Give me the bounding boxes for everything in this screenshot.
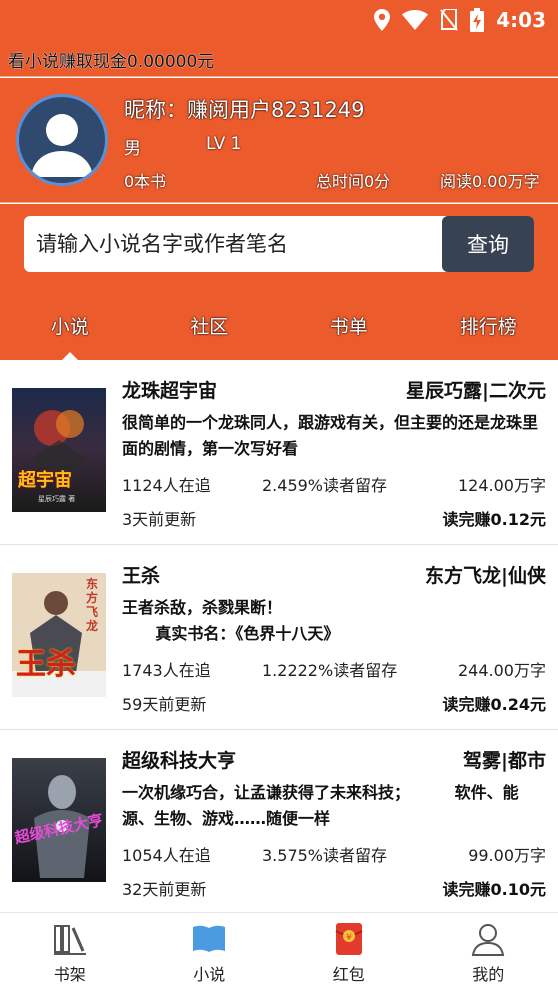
active-tab-indicator	[61, 352, 78, 360]
read-amount: 阅读0.00万字	[440, 172, 540, 191]
book-description: 一次机缘巧合，让孟谦获得了未来科技； 软件、能源、生物、游戏……随便一样	[122, 783, 519, 828]
book-word-count: 99.00万字	[468, 846, 546, 865]
user-icon	[472, 924, 505, 956]
svg-text:¥: ¥	[346, 933, 352, 943]
book-list[interactable]: 超宇宙 星辰巧露 著 龙珠超宇宙 星辰巧露|二次元 很简单的一个龙珠同人，跟游戏…	[0, 360, 558, 912]
nav-label: 我的	[472, 965, 505, 984]
tab-community[interactable]: 社区	[140, 292, 280, 360]
book-item[interactable]: 超级科技大亨 超级科技大亨 驾雾|都市 一次机缘巧合，让孟谦获得了未来科技； 软…	[0, 730, 558, 912]
default-avatar-icon[interactable]	[16, 94, 108, 186]
book-item[interactable]: 超宇宙 星辰巧露 著 龙珠超宇宙 星辰巧露|二次元 很简单的一个龙珠同人，跟游戏…	[0, 360, 558, 545]
nav-label: 小说	[193, 965, 226, 984]
cover-title: 超宇宙	[18, 470, 72, 491]
nav-red-packet[interactable]: ¥ 红包	[279, 913, 419, 992]
user-level: LV 1	[206, 134, 242, 154]
no-sim-icon	[440, 9, 459, 31]
wifi-icon	[402, 10, 429, 30]
book-description: 很简单的一个龙珠同人，跟游戏有关，但主要的还是龙珠里面的剧情，第一次写好看	[122, 413, 539, 458]
book-retention: 2.459%读者留存	[262, 476, 388, 495]
book-followers: 1054人在追	[122, 846, 211, 865]
book-cover[interactable]: 王杀 东方飞龙	[12, 573, 106, 697]
book-followers: 1124人在追	[122, 476, 211, 495]
book-updated: 32天前更新	[122, 880, 207, 899]
profile-panel: 昵称：赚阅用户8231249 男 LV 1 0本书 总时间0分 阅读0.00万字	[0, 78, 558, 203]
book-title[interactable]: 王杀	[122, 561, 160, 588]
search-bar: 查询	[0, 204, 558, 292]
open-book-icon	[193, 925, 226, 952]
clock: 4:03	[496, 8, 546, 32]
nav-bookshelf[interactable]: 书架	[0, 913, 140, 992]
search-input[interactable]	[24, 216, 442, 272]
book-item[interactable]: 王杀 东方飞龙 王杀 东方飞龙|仙侠 王者杀敌，杀戮果断！ 真实书名：《色界十八…	[0, 545, 558, 730]
nickname: 昵称：赚阅用户8231249	[124, 98, 365, 122]
book-retention: 3.575%读者留存	[262, 846, 388, 865]
book-author-genre: 星辰巧露|二次元	[406, 380, 546, 402]
book-author-genre: 驾雾|都市	[463, 750, 546, 772]
total-read-time: 总时间0分	[316, 172, 391, 191]
book-earn-reward: 读完赚0.24元	[442, 695, 546, 714]
cover-title: 王杀	[16, 647, 76, 682]
bottom-navigation: 书架 小说 ¥ 红包 我的	[0, 912, 558, 992]
nav-profile[interactable]: 我的	[419, 913, 558, 992]
status-bar: 4:03	[0, 0, 558, 40]
tab-booklist[interactable]: 书单	[279, 292, 419, 360]
book-earn-reward: 读完赚0.10元	[442, 880, 546, 899]
cover-author: 东方飞龙	[86, 577, 99, 633]
search-box: 查询	[24, 216, 534, 272]
book-followers: 1743人在追	[122, 661, 211, 680]
book-author-genre: 东方飞龙|仙侠	[425, 565, 546, 587]
tab-novel[interactable]: 小说	[0, 292, 140, 360]
location-icon	[374, 9, 391, 31]
red-packet-icon: ¥	[335, 923, 363, 955]
earn-banner-text: 看小说赚取现金0.00000元	[8, 52, 215, 72]
tab-ranking[interactable]: 排行榜	[419, 292, 558, 360]
book-updated: 59天前更新	[122, 695, 207, 714]
book-word-count: 244.00万字	[458, 661, 546, 680]
cover-author: 星辰巧露 著	[38, 495, 76, 503]
battery-charging-icon	[470, 8, 485, 32]
tab-label: 排行榜	[459, 316, 517, 338]
bookshelf-icon	[53, 925, 86, 955]
tab-label: 社区	[190, 316, 229, 338]
book-title[interactable]: 龙珠超宇宙	[122, 376, 217, 403]
gender: 男	[124, 139, 141, 159]
book-word-count: 124.00万字	[458, 476, 546, 495]
tab-label: 书单	[329, 316, 368, 338]
book-cover[interactable]: 超宇宙 星辰巧露 著	[12, 388, 106, 512]
nav-label: 书架	[53, 965, 86, 984]
book-cover[interactable]: 超级科技大亨	[12, 758, 106, 882]
book-title[interactable]: 超级科技大亨	[122, 746, 236, 773]
category-tabs: 小说 社区 书单 排行榜	[0, 292, 558, 360]
book-earn-reward: 读完赚0.12元	[442, 510, 546, 529]
status-icons: 4:03	[374, 6, 546, 34]
tab-label: 小说	[50, 316, 89, 338]
book-retention: 1.2222%读者留存	[262, 661, 398, 680]
books-count: 0本书	[124, 172, 167, 191]
nav-label: 红包	[332, 965, 365, 984]
nav-novel[interactable]: 小说	[140, 913, 280, 992]
book-updated: 3天前更新	[122, 510, 197, 529]
book-description: 王者杀敌，杀戮果断！ 真实书名：《色界十八天》	[122, 598, 340, 643]
search-button[interactable]: 查询	[442, 216, 534, 272]
earn-banner: 看小说赚取现金0.00000元	[0, 40, 558, 77]
